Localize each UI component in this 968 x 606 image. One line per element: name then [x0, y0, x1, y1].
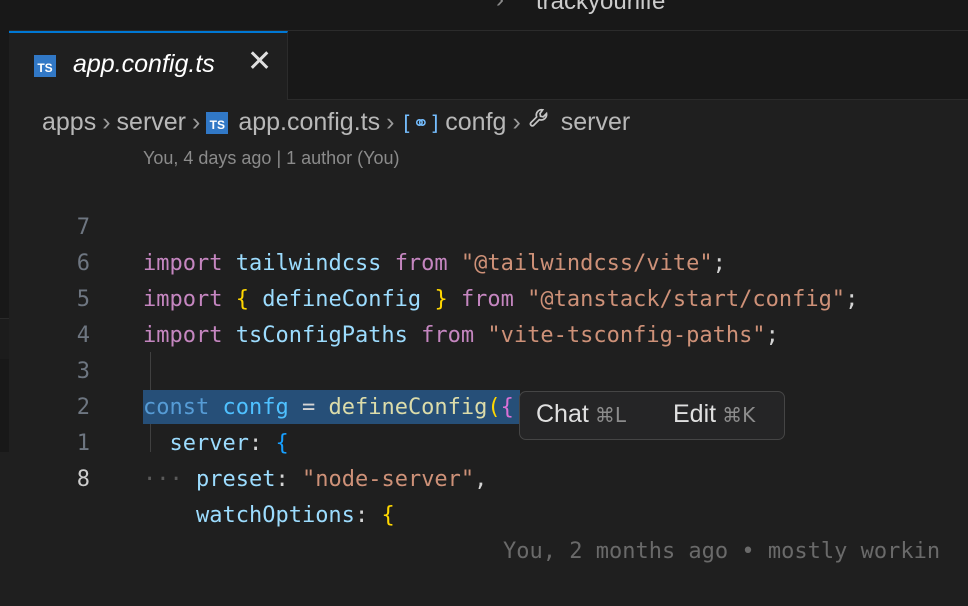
chevron-right-icon: ›: [102, 108, 111, 136]
line-number-current: 8: [76, 467, 90, 492]
edit-shortcut: ⌘K: [722, 403, 756, 427]
tab-bar: TS app.config.ts ✕: [9, 31, 968, 100]
chevron-right-icon: ›: [512, 108, 521, 136]
code-line-1: 1 ··· preset: "node-server",: [0, 390, 968, 492]
breadcrumb-item-file[interactable]: app.config.ts: [238, 108, 380, 136]
tab-app-config[interactable]: TS app.config.ts ✕: [9, 31, 288, 100]
breadcrumb-item-server-prop[interactable]: server: [561, 108, 630, 136]
title-bar: › trackyourlife: [0, 0, 968, 31]
tab-label: app.config.ts: [73, 50, 215, 78]
breadcrumb-item-apps[interactable]: apps: [42, 108, 96, 136]
blame-codelens[interactable]: You, 4 days ago | 1 author (You): [143, 148, 400, 169]
code-line-4: 4: [0, 282, 968, 348]
code-editor[interactable]: 7 import tailwindcss from "@tailwindcss/…: [0, 172, 968, 564]
code-line-7: 7 import tailwindcss from "@tailwindcss/…: [0, 174, 968, 276]
code-line-8: 8 watchOptions: { You, 2 months ago • mo…: [0, 426, 968, 564]
edit-action[interactable]: Edit ⌘K: [673, 400, 755, 429]
typescript-file-icon: TS: [34, 55, 56, 77]
inline-blame: You, 2 months ago • mostly workin: [503, 539, 941, 564]
breadcrumb-item-server[interactable]: server: [117, 108, 186, 136]
close-icon[interactable]: ✕: [247, 47, 272, 77]
wrench-property-icon: [527, 106, 553, 139]
title-separator: ›: [496, 0, 504, 14]
code-line-3: 3 const confg = defineConfig({: [0, 318, 968, 420]
code-line-6: 6 import { defineConfig } from "@tanstac…: [0, 210, 968, 312]
chevron-right-icon: ›: [192, 108, 201, 136]
chat-shortcut: ⌘L: [594, 403, 626, 427]
code-line-5: 5 import tsConfigPaths from "vite-tsconf…: [0, 246, 968, 348]
chat-action[interactable]: Chat ⌘L: [536, 400, 626, 429]
breadcrumb: apps › server › TS app.config.ts › [⚭] confg › ser…: [42, 106, 630, 142]
code-line-2: 2 server: {: [0, 354, 968, 456]
typescript-file-icon: TS: [206, 111, 229, 134]
breadcrumb-item-confg[interactable]: confg: [445, 108, 506, 136]
variable-symbol-icon: [⚭]: [400, 110, 442, 135]
window-title: trackyourlife: [536, 0, 666, 15]
chevron-right-icon: ›: [386, 108, 395, 136]
inline-chat-hint: Chat ⌘L Edit ⌘K: [519, 391, 785, 440]
